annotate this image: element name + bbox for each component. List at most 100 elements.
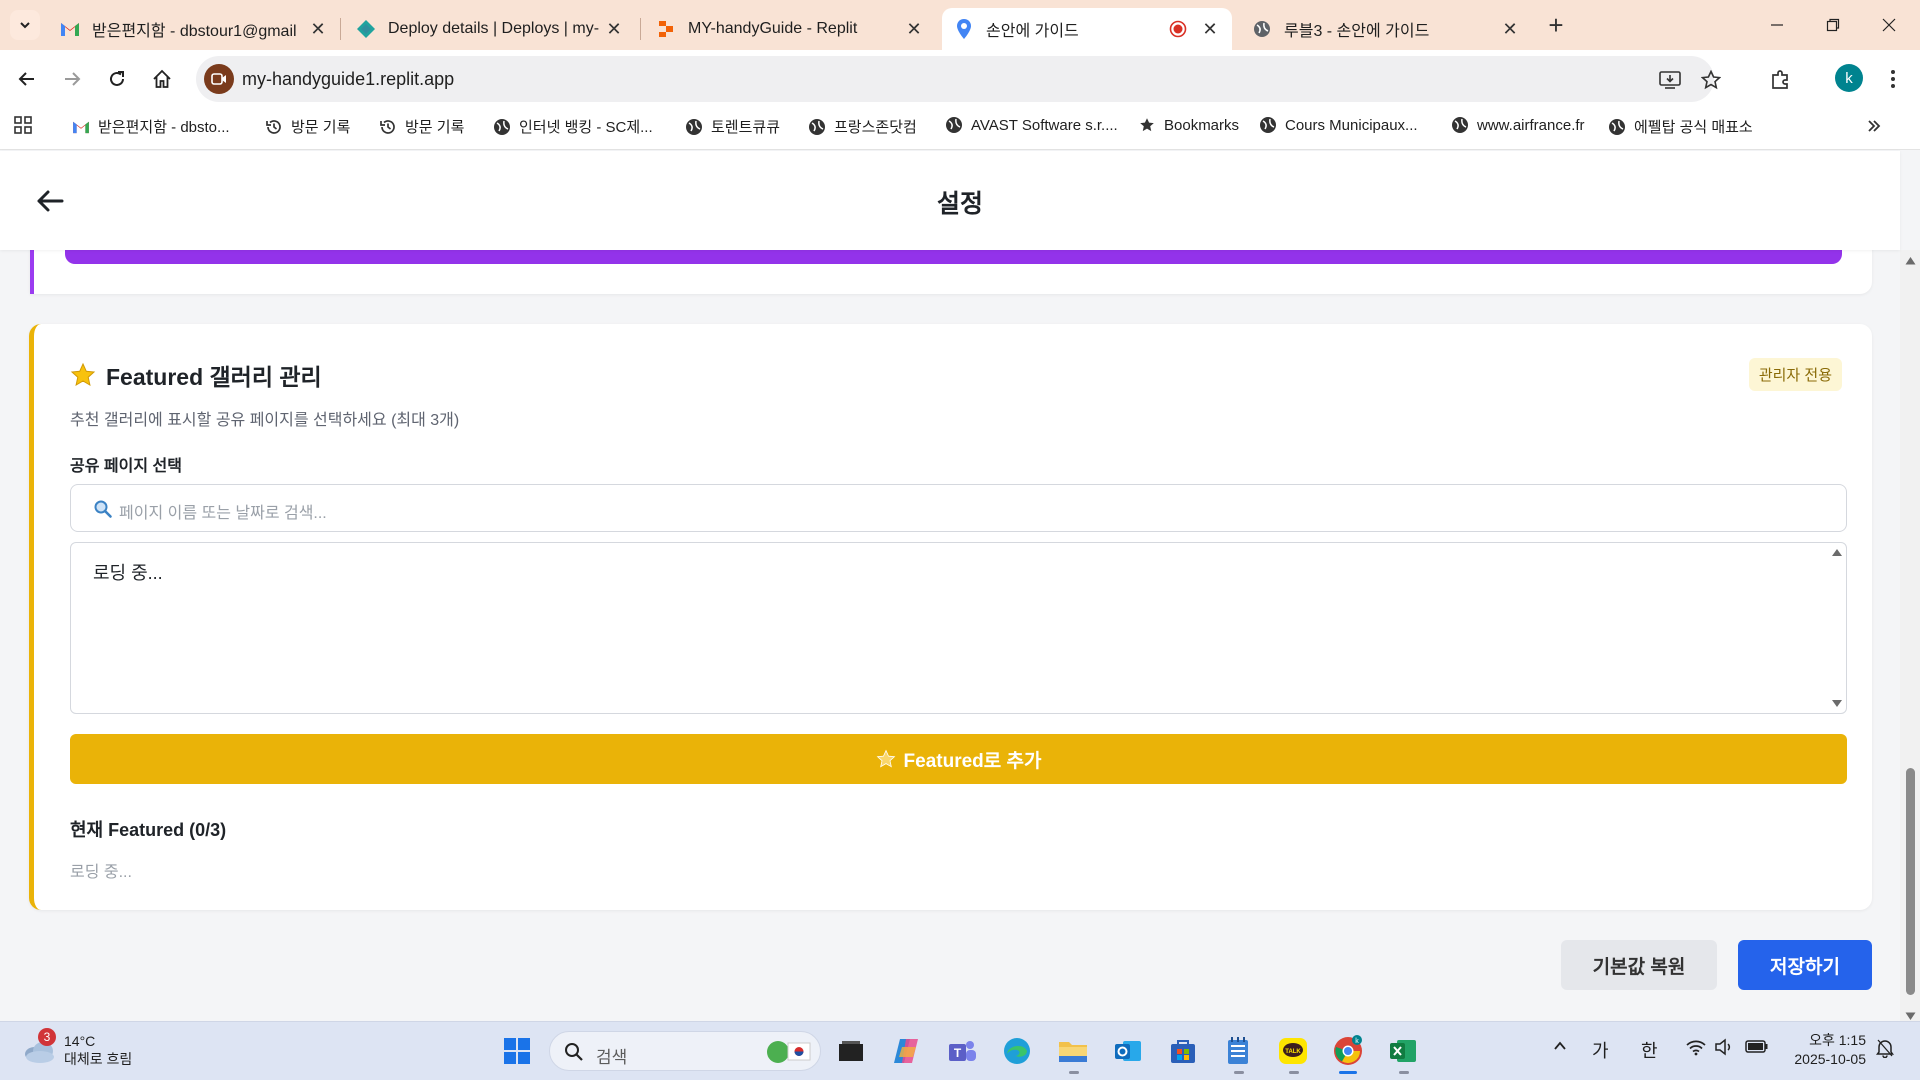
edge-icon [1004,1038,1030,1064]
page-title: 설정 [936,190,983,218]
save-button[interactable]: 저장하기 [1738,940,1872,990]
file-explorer-button[interactable] [1056,1034,1090,1068]
bookmark-item[interactable]: 방문 기록 [379,116,464,137]
tab-divider [640,18,641,40]
star-icon [876,749,895,768]
start-button[interactable] [500,1034,534,1068]
minimize-button[interactable] [1754,10,1800,40]
kakaotalk-button[interactable]: TALK [1276,1034,1310,1068]
bookmark-star-icon[interactable] [1698,67,1724,93]
scroll-up-arrow-icon[interactable] [1831,547,1843,557]
restore-button[interactable] [1810,10,1856,40]
globe-icon [945,116,963,134]
notification-bell-icon[interactable] [1876,1038,1894,1063]
globe-icon [1451,116,1469,134]
extensions-button[interactable] [1766,64,1796,94]
notepad-button[interactable] [1221,1034,1255,1068]
arrow-left-icon [18,72,34,86]
chevron-up-icon [1554,1041,1566,1050]
share-page-listbox[interactable]: 로딩 중... [70,542,1847,714]
teams-button[interactable]: T [945,1034,979,1068]
tray-overflow-button[interactable] [1552,1038,1568,1059]
excel-icon [1390,1040,1416,1062]
more-vert-icon [1891,70,1895,88]
bookmark-item[interactable]: 방문 기록 [265,116,350,137]
close-icon[interactable]: ✕ [904,19,924,40]
arrow-right-icon [65,72,81,86]
chrome-button[interactable]: k [1331,1034,1365,1068]
app-header: 설정 [0,151,1900,250]
tab-gmail[interactable]: 받은편지함 - dbstour1@gmail ✕ [48,8,340,50]
tab-ruble3[interactable]: 루블3 - 손안에 가이드 ✕ [1240,8,1532,50]
store-button[interactable] [1166,1034,1200,1068]
page-scrollbar[interactable] [1900,250,1920,1021]
scroll-down-arrow-icon[interactable] [1905,1012,1916,1021]
reset-defaults-button[interactable]: 기본값 복원 [1561,940,1717,990]
close-icon[interactable]: ✕ [1500,19,1520,40]
bookmark-item[interactable]: www.airfrance.fr [1451,116,1585,134]
bookmark-item[interactable]: AVAST Software s.r.... [945,116,1118,134]
forward-button[interactable] [57,64,87,94]
volume-icon[interactable] [1714,1038,1734,1061]
globe-icon [1252,19,1272,39]
scrollbar-thumb[interactable] [1906,768,1915,995]
recording-icon [1168,19,1188,39]
star-icon [70,362,96,387]
add-featured-button[interactable]: Featured로 추가 [70,734,1847,784]
bookmark-label: 방문 기록 [291,119,351,136]
copilot-icon [894,1039,918,1063]
bookmark-label: Cours Municipaux... [1285,116,1418,134]
scroll-up-arrow-icon[interactable] [1905,256,1916,265]
wifi-icon[interactable] [1686,1038,1706,1061]
profile-avatar[interactable]: k [1835,64,1863,92]
bookmark-item[interactable]: Cours Municipaux... [1259,116,1418,134]
new-tab-button[interactable]: + [1541,12,1571,38]
bookmark-item[interactable]: 받은편지함 - dbsto... [72,116,230,137]
taskbar-search[interactable]: 검색 [549,1031,821,1071]
address-bar[interactable]: my-handyguide1.replit.app [196,56,1721,102]
apps-button[interactable] [14,116,32,134]
page-search-input[interactable]: 페이지 이름 또는 날짜로 검색... [70,484,1847,532]
more-bookmarks-button[interactable] [1866,118,1882,134]
bookmark-item[interactable]: Bookmarks [1138,116,1239,134]
tab-search-button[interactable] [10,10,40,40]
bookmark-item[interactable]: 인터넷 뱅킹 - SC제... [493,116,653,137]
tab-netlify[interactable]: Deploy details | Deploys | my- ✕ [344,8,636,50]
window-close-button[interactable] [1866,10,1912,40]
tab-title: 루블3 - 손안에 가이드 [1284,23,1430,40]
puzzle-icon [1772,70,1788,89]
close-icon[interactable]: ✕ [308,19,328,40]
back-button[interactable] [12,64,42,94]
purple-action-button[interactable] [65,250,1842,264]
tab-handyguide-active[interactable]: 손안에 가이드 ✕ [942,8,1232,50]
close-icon[interactable]: ✕ [1200,19,1220,40]
site-info-icon[interactable] [204,64,234,94]
copilot-button[interactable] [890,1034,924,1068]
task-view-button[interactable] [834,1034,868,1068]
taskbar-clock[interactable]: 오후 1:15 2025-10-05 [1786,1031,1866,1069]
tab-replit[interactable]: MY-handyGuide - Replit ✕ [644,8,936,50]
browser-menu-button[interactable] [1878,64,1908,94]
history-icon [379,118,397,136]
ime-mode-2[interactable]: 한 [1641,1037,1658,1063]
install-app-icon[interactable] [1657,67,1683,93]
edge-button[interactable] [1000,1034,1034,1068]
outlook-button[interactable] [1111,1034,1145,1068]
excel-button[interactable] [1386,1034,1420,1068]
featured-card-title: Featured 갤러리 관리 [70,358,322,392]
chevron-down-icon [20,22,30,29]
close-icon[interactable]: ✕ [604,19,624,40]
battery-icon[interactable] [1745,1038,1769,1059]
ime-mode-1[interactable]: 가 [1592,1037,1609,1063]
home-button[interactable] [147,64,177,94]
reload-button[interactable] [102,64,132,94]
taskbar-search-placeholder: 검색 [596,1048,628,1067]
bookmark-item[interactable]: 프랑스존닷컴 [808,116,917,137]
scroll-down-arrow-icon[interactable] [1831,699,1843,709]
globe-icon [1259,116,1277,134]
running-indicator [1234,1071,1244,1074]
listbox-loading-text: 로딩 중... [93,563,163,583]
bookmark-item[interactable]: 에펠탑 공식 매표소 [1608,116,1753,137]
url-text[interactable]: my-handyguide1.replit.app [242,69,454,90]
bookmark-item[interactable]: 토렌트큐큐 [685,116,780,137]
